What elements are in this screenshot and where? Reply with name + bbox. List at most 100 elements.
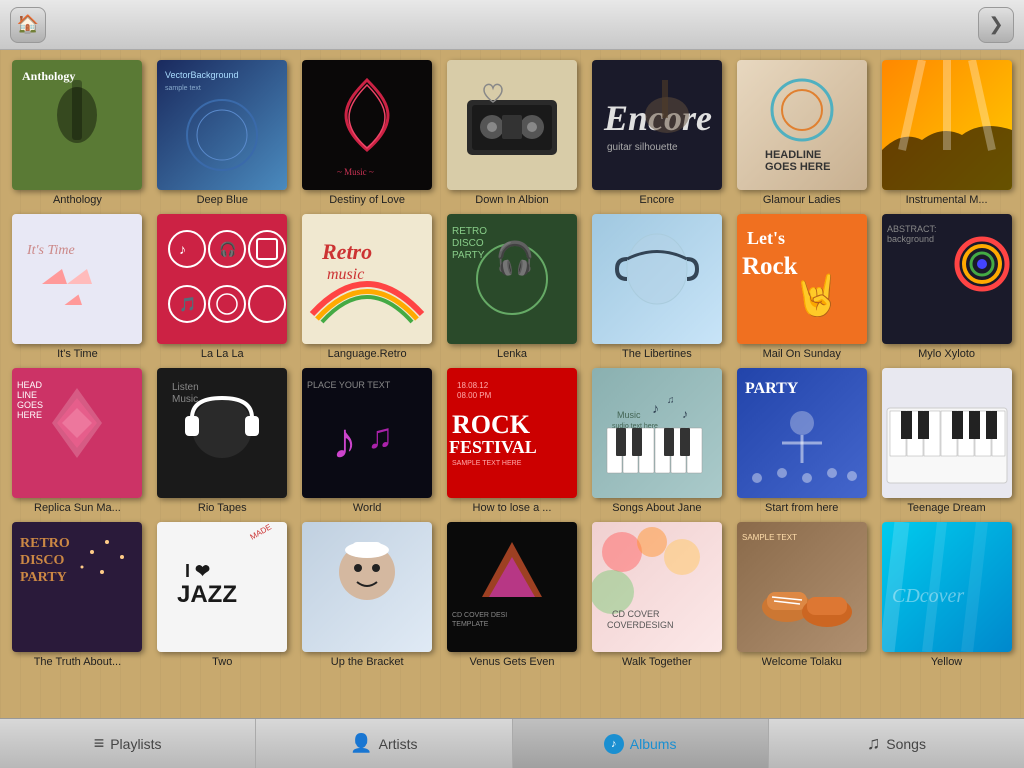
svg-text:RETRO: RETRO xyxy=(20,536,70,551)
album-item-venus[interactable]: CD COVER DESI TEMPLATE Venus Gets Even xyxy=(443,522,582,668)
album-cover-upbracket xyxy=(302,522,432,652)
album-item-howtlose[interactable]: 18.08.12 08.00 PM ROCK FESTIVAL SAMPLE T… xyxy=(443,368,582,514)
album-item-itstime[interactable]: It's Time It's Time xyxy=(8,214,147,360)
back-button[interactable]: ❯ xyxy=(978,7,1014,43)
album-cover-venus: CD COVER DESI TEMPLATE xyxy=(447,522,577,652)
album-cover-libertines xyxy=(592,214,722,344)
svg-text:PLACE YOUR TEXT: PLACE YOUR TEXT xyxy=(307,380,391,390)
album-item-lalala[interactable]: ♪ 🎧 🎵 La La La xyxy=(153,214,292,360)
svg-text:SAMPLE TEXT HERE: SAMPLE TEXT HERE xyxy=(452,460,522,467)
tab-playlists-label: Playlists xyxy=(110,736,161,752)
album-item-replica[interactable]: HEAD LINE GOES HERE Replica Sun Ma... xyxy=(8,368,147,514)
album-title-replica: Replica Sun Ma... xyxy=(34,502,121,514)
home-button[interactable]: 🏠 xyxy=(10,7,46,43)
album-item-mylo[interactable]: ABSTRACT: background Mylo Xyloto xyxy=(877,214,1016,360)
album-title-yellow: Yellow xyxy=(931,656,962,668)
album-cover-truth: RETRO DISCO PARTY xyxy=(12,522,142,652)
album-title-encore: Encore xyxy=(639,194,674,206)
album-cover-yellow: CDcover xyxy=(882,522,1012,652)
album-title-truth: The Truth About... xyxy=(34,656,121,668)
tab-songs-label: Songs xyxy=(886,736,926,752)
album-cover-riotapes: Listen Music xyxy=(157,368,287,498)
album-item-walk[interactable]: CD COVER COVERDESIGN Walk Together xyxy=(587,522,726,668)
svg-text:music: music xyxy=(327,266,364,283)
album-item-truth[interactable]: RETRO DISCO PARTY The Truth About... xyxy=(8,522,147,668)
svg-text:I ❤: I ❤ xyxy=(185,561,210,581)
album-title-libertines: The Libertines xyxy=(622,348,692,360)
album-item-lenka[interactable]: RETRO DISCO PARTY 🎧 Lenka xyxy=(443,214,582,360)
svg-text:♫: ♫ xyxy=(367,417,393,456)
album-title-deepblue: Deep Blue xyxy=(197,194,248,206)
svg-text:🤘: 🤘 xyxy=(792,271,842,319)
album-title-songs: Songs About Jane xyxy=(612,502,701,514)
svg-text:VectorBackground: VectorBackground xyxy=(165,70,239,80)
songs-icon: ♫ xyxy=(867,733,881,754)
svg-text:DISCO: DISCO xyxy=(20,553,64,568)
album-item-start[interactable]: PARTY Start from here xyxy=(732,368,871,514)
svg-text:~ Music ~: ~ Music ~ xyxy=(337,167,374,177)
svg-text:18.08.12: 18.08.12 xyxy=(457,381,489,390)
album-title-mailsunday: Mail On Sunday xyxy=(763,348,841,360)
svg-text:JAZZ: JAZZ xyxy=(177,581,237,608)
album-item-world[interactable]: PLACE YOUR TEXT ♪ ♫ World xyxy=(298,368,437,514)
album-item-glamour[interactable]: HEADLINE GOES HERE Glamour Ladies xyxy=(732,60,871,206)
svg-text:FESTIVAL: FESTIVAL xyxy=(449,437,537,457)
album-item-downalbion[interactable]: Down In Albion xyxy=(443,60,582,206)
svg-text:♪: ♪ xyxy=(179,241,186,257)
album-title-two: Two xyxy=(212,656,232,668)
album-item-language[interactable]: Retro music Language.Retro xyxy=(298,214,437,360)
album-item-two[interactable]: I ❤ JAZZ MADE Two xyxy=(153,522,292,668)
album-title-teenage: Teenage Dream xyxy=(907,502,985,514)
album-item-mailsunday[interactable]: Let's Rock 🤘 Mail On Sunday xyxy=(732,214,871,360)
tab-songs[interactable]: ♫ Songs xyxy=(769,719,1024,768)
svg-text:LINE: LINE xyxy=(17,390,37,400)
album-item-anthology[interactable]: Anthology Anthology xyxy=(8,60,147,206)
album-item-welcome[interactable]: SAMPLE TEXT Welcome Tolaku xyxy=(732,522,871,668)
tab-artists-label: Artists xyxy=(379,736,418,752)
album-item-upbracket[interactable]: Up the Bracket xyxy=(298,522,437,668)
artists-icon: 👤 xyxy=(350,733,372,754)
album-title-itstime: It's Time xyxy=(57,348,98,360)
album-cover-anthology: Anthology xyxy=(12,60,142,190)
album-title-upbracket: Up the Bracket xyxy=(331,656,404,668)
svg-text:background: background xyxy=(887,234,934,244)
album-cover-encore: Encore guitar silhouette xyxy=(592,60,722,190)
album-cover-language: Retro music xyxy=(302,214,432,344)
album-cover-replica: HEAD LINE GOES HERE xyxy=(12,368,142,498)
album-item-encore[interactable]: Encore guitar silhouette Encore xyxy=(587,60,726,206)
album-cover-mylo: ABSTRACT: background xyxy=(882,214,1012,344)
svg-text:CD COVER: CD COVER xyxy=(612,609,660,619)
album-cover-instrumental xyxy=(882,60,1012,190)
album-cover-deepblue: VectorBackground sample text xyxy=(157,60,287,190)
svg-text:GOES HERE: GOES HERE xyxy=(765,161,830,173)
svg-text:♪: ♪ xyxy=(682,407,688,421)
album-cover-downalbion xyxy=(447,60,577,190)
album-item-songs[interactable]: Music sudio text here ♪ ♫ ♪ Songs About … xyxy=(587,368,726,514)
tab-albums[interactable]: ♪ Albums xyxy=(513,719,769,768)
album-title-language: Language.Retro xyxy=(328,348,407,360)
svg-text:ABSTRACT:: ABSTRACT: xyxy=(887,224,937,234)
album-item-instrumental[interactable]: Instrumental M... xyxy=(877,60,1016,206)
album-item-riotapes[interactable]: Listen Music Rio Tapes xyxy=(153,368,292,514)
svg-text:♫: ♫ xyxy=(667,395,675,406)
album-title-howtlose: How to lose a ... xyxy=(473,502,552,514)
album-item-destiny[interactable]: ~ Music ~ Destiny of Love xyxy=(298,60,437,206)
tab-artists[interactable]: 👤 Artists xyxy=(256,719,512,768)
album-item-yellow[interactable]: CDcover Yellow xyxy=(877,522,1016,668)
svg-text:Music: Music xyxy=(617,410,641,420)
album-title-anthology: Anthology xyxy=(53,194,102,206)
svg-text:PARTY: PARTY xyxy=(20,570,67,585)
svg-text:sudio text here: sudio text here xyxy=(612,423,658,430)
album-title-glamour: Glamour Ladies xyxy=(763,194,841,206)
main-content: Anthology Anthology VectorBackground sam… xyxy=(0,50,1024,718)
svg-text:PARTY: PARTY xyxy=(745,380,799,397)
album-grid: Anthology Anthology VectorBackground sam… xyxy=(8,60,1016,668)
album-item-teenage[interactable]: Teenage Dream xyxy=(877,368,1016,514)
album-title-riotapes: Rio Tapes xyxy=(198,502,247,514)
album-cover-mailsunday: Let's Rock 🤘 xyxy=(737,214,867,344)
svg-text:It's Time: It's Time xyxy=(26,243,75,258)
album-item-libertines[interactable]: The Libertines xyxy=(587,214,726,360)
album-item-deepblue[interactable]: VectorBackground sample text Deep Blue xyxy=(153,60,292,206)
tab-playlists[interactable]: ≡ Playlists xyxy=(0,719,256,768)
album-title-venus: Venus Gets Even xyxy=(469,656,554,668)
